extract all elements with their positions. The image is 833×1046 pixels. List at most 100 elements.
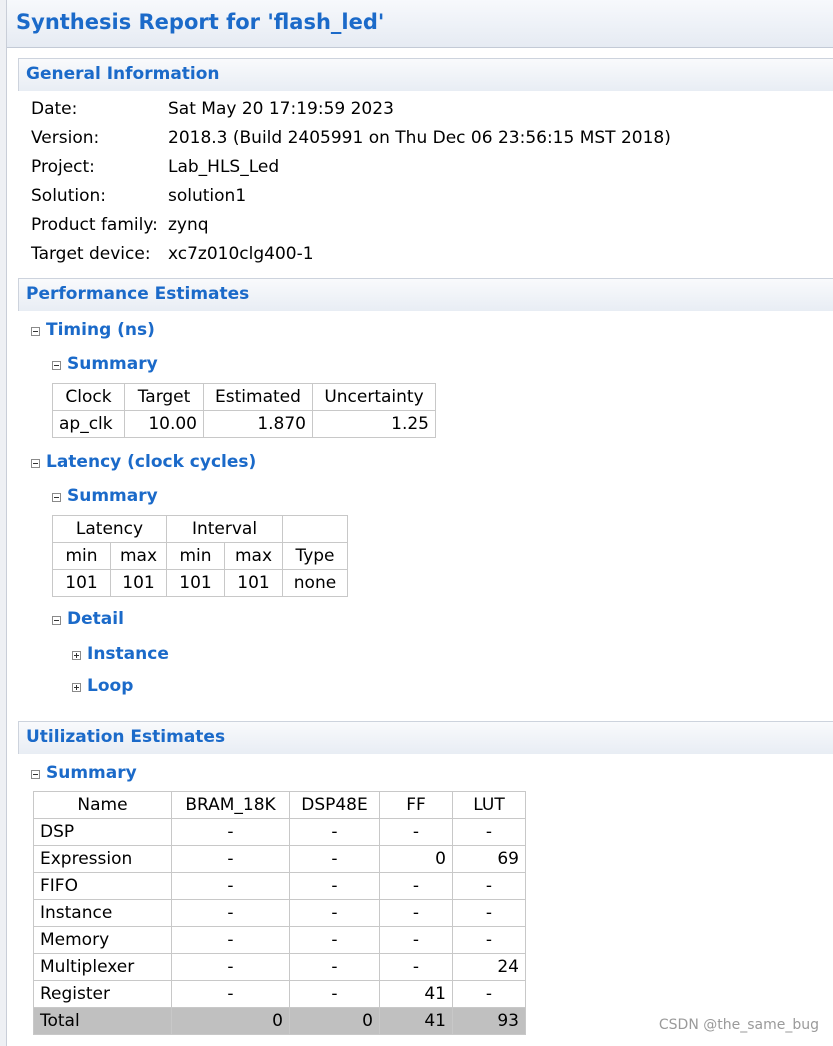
table-row: FIFO - - - - [33,872,526,900]
table-cell: Register [33,980,172,1008]
table-cell: - [452,980,526,1008]
total-row: Total 0 0 41 93 [33,1007,526,1035]
table-cell: - [379,926,453,954]
column-header: FF [379,791,453,819]
table-cell: Multiplexer [33,953,172,981]
table-cell: - [452,818,526,846]
collapse-icon[interactable] [52,493,61,502]
collapse-icon[interactable] [31,327,40,336]
info-value: zynq [168,215,209,235]
info-value: 2018.3 (Build 2405991 on Thu Dec 06 23:5… [168,128,671,148]
table-cell: - [452,872,526,900]
table-cell: - [289,872,380,900]
column-header: DSP48E [289,791,380,819]
table-cell: ap_clk [52,410,125,438]
table-header-row: Clock Target Estimated Uncertainty [52,383,436,411]
table-cell: 101 [110,569,167,597]
table-cell: - [289,926,380,954]
collapse-icon[interactable] [52,616,61,625]
table-cell: 1.25 [312,410,436,438]
info-label: Project: [31,157,95,177]
info-label: Product family: [31,215,158,235]
timing-summary-label: Summary [67,354,158,374]
table-cell: - [452,926,526,954]
column-header: Clock [52,383,125,411]
timing-label: Timing (ns) [46,320,155,340]
timing-summary-table: Clock Target Estimated Uncertainty ap_cl… [52,383,436,438]
table-cell: 41 [379,1007,453,1035]
table-cell: - [171,845,290,873]
table-group-header-row: Latency Interval [52,515,348,543]
column-header: max [110,542,167,570]
table-row: DSP - - - - [33,818,526,846]
table-cell: 69 [452,845,526,873]
table-cell: 0 [171,1007,290,1035]
table-header-row: Name BRAM_18K DSP48E FF LUT [33,791,526,819]
table-cell: 101 [52,569,111,597]
column-header: min [166,542,225,570]
table-cell: DSP [33,818,172,846]
empty-header-cell [282,515,348,543]
column-header: Name [33,791,172,819]
info-value: Sat May 20 17:19:59 2023 [168,99,394,119]
watermark: CSDN @the_same_bug [658,1017,819,1033]
table-cell: Expression [33,845,172,873]
table-cell: - [171,818,290,846]
group-header: Latency [52,515,167,543]
table-cell: - [171,953,290,981]
table-cell: - [289,899,380,927]
table-cell: 0 [289,1007,380,1035]
info-value: Lab_HLS_Led [168,157,280,177]
collapse-icon[interactable] [52,361,61,370]
expand-icon[interactable] [72,651,81,660]
table-cell: - [289,845,380,873]
column-header: min [52,542,111,570]
utilization-estimates-title: Utilization Estimates [26,727,226,747]
window-left-edge [0,0,7,1046]
info-value: solution1 [168,186,247,206]
column-header: Type [282,542,348,570]
table-cell: 101 [166,569,225,597]
utilization-estimates-header: Utilization Estimates [18,721,833,754]
table-cell: - [171,899,290,927]
report-title-bar: Synthesis Report for 'flash_led' [7,0,833,48]
report-title: Synthesis Report for 'flash_led' [16,10,385,34]
table-cell: - [452,899,526,927]
table-cell: Instance [33,899,172,927]
column-header: Target [124,383,204,411]
table-header-row: min max min max Type [52,542,348,570]
loop-label: Loop [87,676,134,696]
info-label: Date: [31,99,78,119]
table-cell: - [379,899,453,927]
table-row: Multiplexer - - -24 [33,953,526,981]
table-cell: - [289,980,380,1008]
info-label: Solution: [31,186,106,206]
collapse-icon[interactable] [31,770,40,779]
latency-summary-label: Summary [67,486,158,506]
column-header: max [224,542,283,570]
latency-summary-table: Latency Interval min max min max Type 10… [52,515,348,597]
table-cell: - [289,818,380,846]
table-cell: 101 [224,569,283,597]
info-label: Target device: [31,244,151,264]
performance-estimates-title: Performance Estimates [26,284,250,304]
table-row: Register - -41- [33,980,526,1008]
column-header: BRAM_18K [171,791,290,819]
table-cell: - [379,953,453,981]
table-cell: Total [33,1007,172,1035]
info-value: xc7z010clg400-1 [168,244,314,264]
column-header: Uncertainty [312,383,436,411]
utilization-summary-table: Name BRAM_18K DSP48E FF LUT DSP - - - - Expre… [33,791,526,1035]
performance-estimates-header: Performance Estimates [18,278,833,311]
table-cell: none [282,569,348,597]
latency-label: Latency (clock cycles) [46,452,257,472]
table-cell: 41 [379,980,453,1008]
collapse-icon[interactable] [31,459,40,468]
table-row: Expression - -0 69 [33,845,526,873]
expand-icon[interactable] [72,683,81,692]
group-header: Interval [166,515,283,543]
column-header: LUT [452,791,526,819]
detail-label: Detail [67,609,124,629]
table-row: 101 101 101 101 none [52,569,348,597]
table-cell: 0 [379,845,453,873]
